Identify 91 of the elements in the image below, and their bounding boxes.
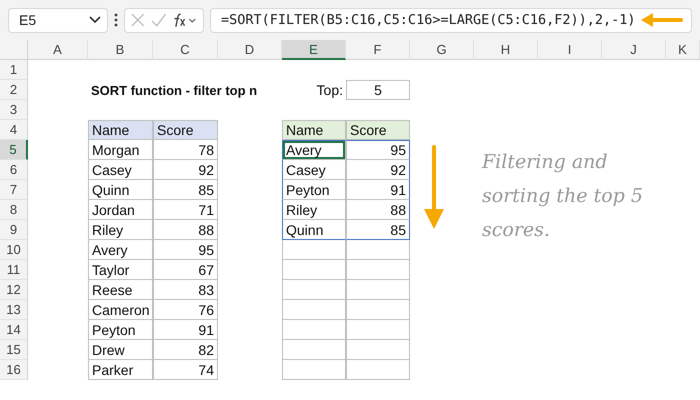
table-cell: 76: [153, 300, 218, 320]
empty-cell: [282, 300, 346, 320]
name-box[interactable]: E5: [8, 8, 108, 32]
row-header[interactable]: 2: [0, 80, 28, 100]
row-header[interactable]: 15: [0, 340, 28, 360]
column-header[interactable]: C: [153, 40, 218, 60]
column-header[interactable]: K: [666, 40, 700, 60]
table-cell: Taylor: [88, 260, 153, 280]
more-options-icon[interactable]: [114, 13, 118, 27]
empty-cell: [282, 240, 346, 260]
table-cell: Riley: [282, 200, 346, 220]
formula-text: =SORT(FILTER(B5:C16,C5:C16>=LARGE(C5:C16,F2)),2,-1): [221, 12, 636, 28]
row-header[interactable]: 4: [0, 120, 28, 140]
table-cell: 82: [153, 340, 218, 360]
table-cell: 88: [346, 200, 410, 220]
empty-cell: [346, 340, 410, 360]
empty-cell: [282, 280, 346, 300]
empty-cell: [346, 240, 410, 260]
column-label: Name: [282, 120, 346, 140]
table-cell: 78: [153, 140, 218, 160]
table-cell: Avery: [88, 240, 153, 260]
row-header[interactable]: 8: [0, 200, 28, 220]
row-header[interactable]: 10: [0, 240, 28, 260]
table-cell: 85: [153, 180, 218, 200]
check-icon[interactable]: [150, 13, 166, 27]
function-icon[interactable]: [172, 12, 197, 28]
column-header[interactable]: H: [474, 40, 538, 60]
empty-cell: [282, 360, 346, 380]
row-header[interactable]: 9: [0, 220, 28, 240]
column-header[interactable]: A: [28, 40, 88, 60]
empty-cell: [282, 260, 346, 280]
row-header[interactable]: 13: [0, 300, 28, 320]
table-cell: 91: [346, 180, 410, 200]
column-header[interactable]: G: [410, 40, 474, 60]
arrow-down-icon: [424, 145, 444, 229]
empty-cell: [346, 320, 410, 340]
column-header[interactable]: B: [88, 40, 153, 60]
column-header[interactable]: F: [346, 40, 410, 60]
row-header[interactable]: 3: [0, 100, 28, 120]
table-cell: Riley: [88, 220, 153, 240]
table-cell: Quinn: [88, 180, 153, 200]
column-header[interactable]: I: [538, 40, 602, 60]
table-cell: Peyton: [88, 320, 153, 340]
empty-cell: [346, 260, 410, 280]
table-cell: 95: [346, 140, 410, 160]
empty-cell: [346, 280, 410, 300]
table-cell: 67: [153, 260, 218, 280]
table-cell: 85: [346, 220, 410, 240]
table-cell: Quinn: [282, 220, 346, 240]
table-cell: 95: [153, 240, 218, 260]
table-cell: 92: [153, 160, 218, 180]
table-cell: Cameron: [88, 300, 153, 320]
table-cell: 91: [153, 320, 218, 340]
arrow-left-icon: [641, 13, 683, 27]
table-cell: Peyton: [282, 180, 346, 200]
column-label: Score: [346, 120, 410, 140]
top-input[interactable]: 5: [346, 80, 410, 100]
row-header[interactable]: 5: [0, 140, 28, 160]
row-header[interactable]: 16: [0, 360, 28, 380]
column-header[interactable]: J: [602, 40, 666, 60]
row-header[interactable]: 1: [0, 60, 28, 80]
chevron-down-icon[interactable]: [89, 16, 101, 24]
table-cell: 71: [153, 200, 218, 220]
empty-cell: [282, 340, 346, 360]
empty-cell: [282, 320, 346, 340]
sheet-title: SORT function - filter top n: [90, 82, 258, 100]
table-cell: Casey: [282, 160, 346, 180]
empty-cell: [346, 300, 410, 320]
table-cell: 74: [153, 360, 218, 380]
table-cell: 92: [346, 160, 410, 180]
column-label: Score: [153, 120, 218, 140]
row-header[interactable]: 14: [0, 320, 28, 340]
table-cell: Avery: [282, 140, 346, 160]
note-text: Filtering and sorting the top 5 scores.: [482, 150, 644, 243]
table-cell: Jordan: [88, 200, 153, 220]
top-label: Top:: [316, 81, 344, 100]
table-cell: Morgan: [88, 140, 153, 160]
table-cell: Drew: [88, 340, 153, 360]
row-header[interactable]: 12: [0, 280, 28, 300]
row-header[interactable]: 6: [0, 160, 28, 180]
table-cell: Reese: [88, 280, 153, 300]
column-header[interactable]: E: [282, 40, 346, 60]
empty-cell: [346, 360, 410, 380]
column-header[interactable]: D: [218, 40, 282, 60]
row-header[interactable]: 11: [0, 260, 28, 280]
table-cell: Casey: [88, 160, 153, 180]
row-header[interactable]: 7: [0, 180, 28, 200]
table-cell: Parker: [88, 360, 153, 380]
table-cell: 83: [153, 280, 218, 300]
column-label: Name: [88, 120, 153, 140]
table-cell: 88: [153, 220, 218, 240]
